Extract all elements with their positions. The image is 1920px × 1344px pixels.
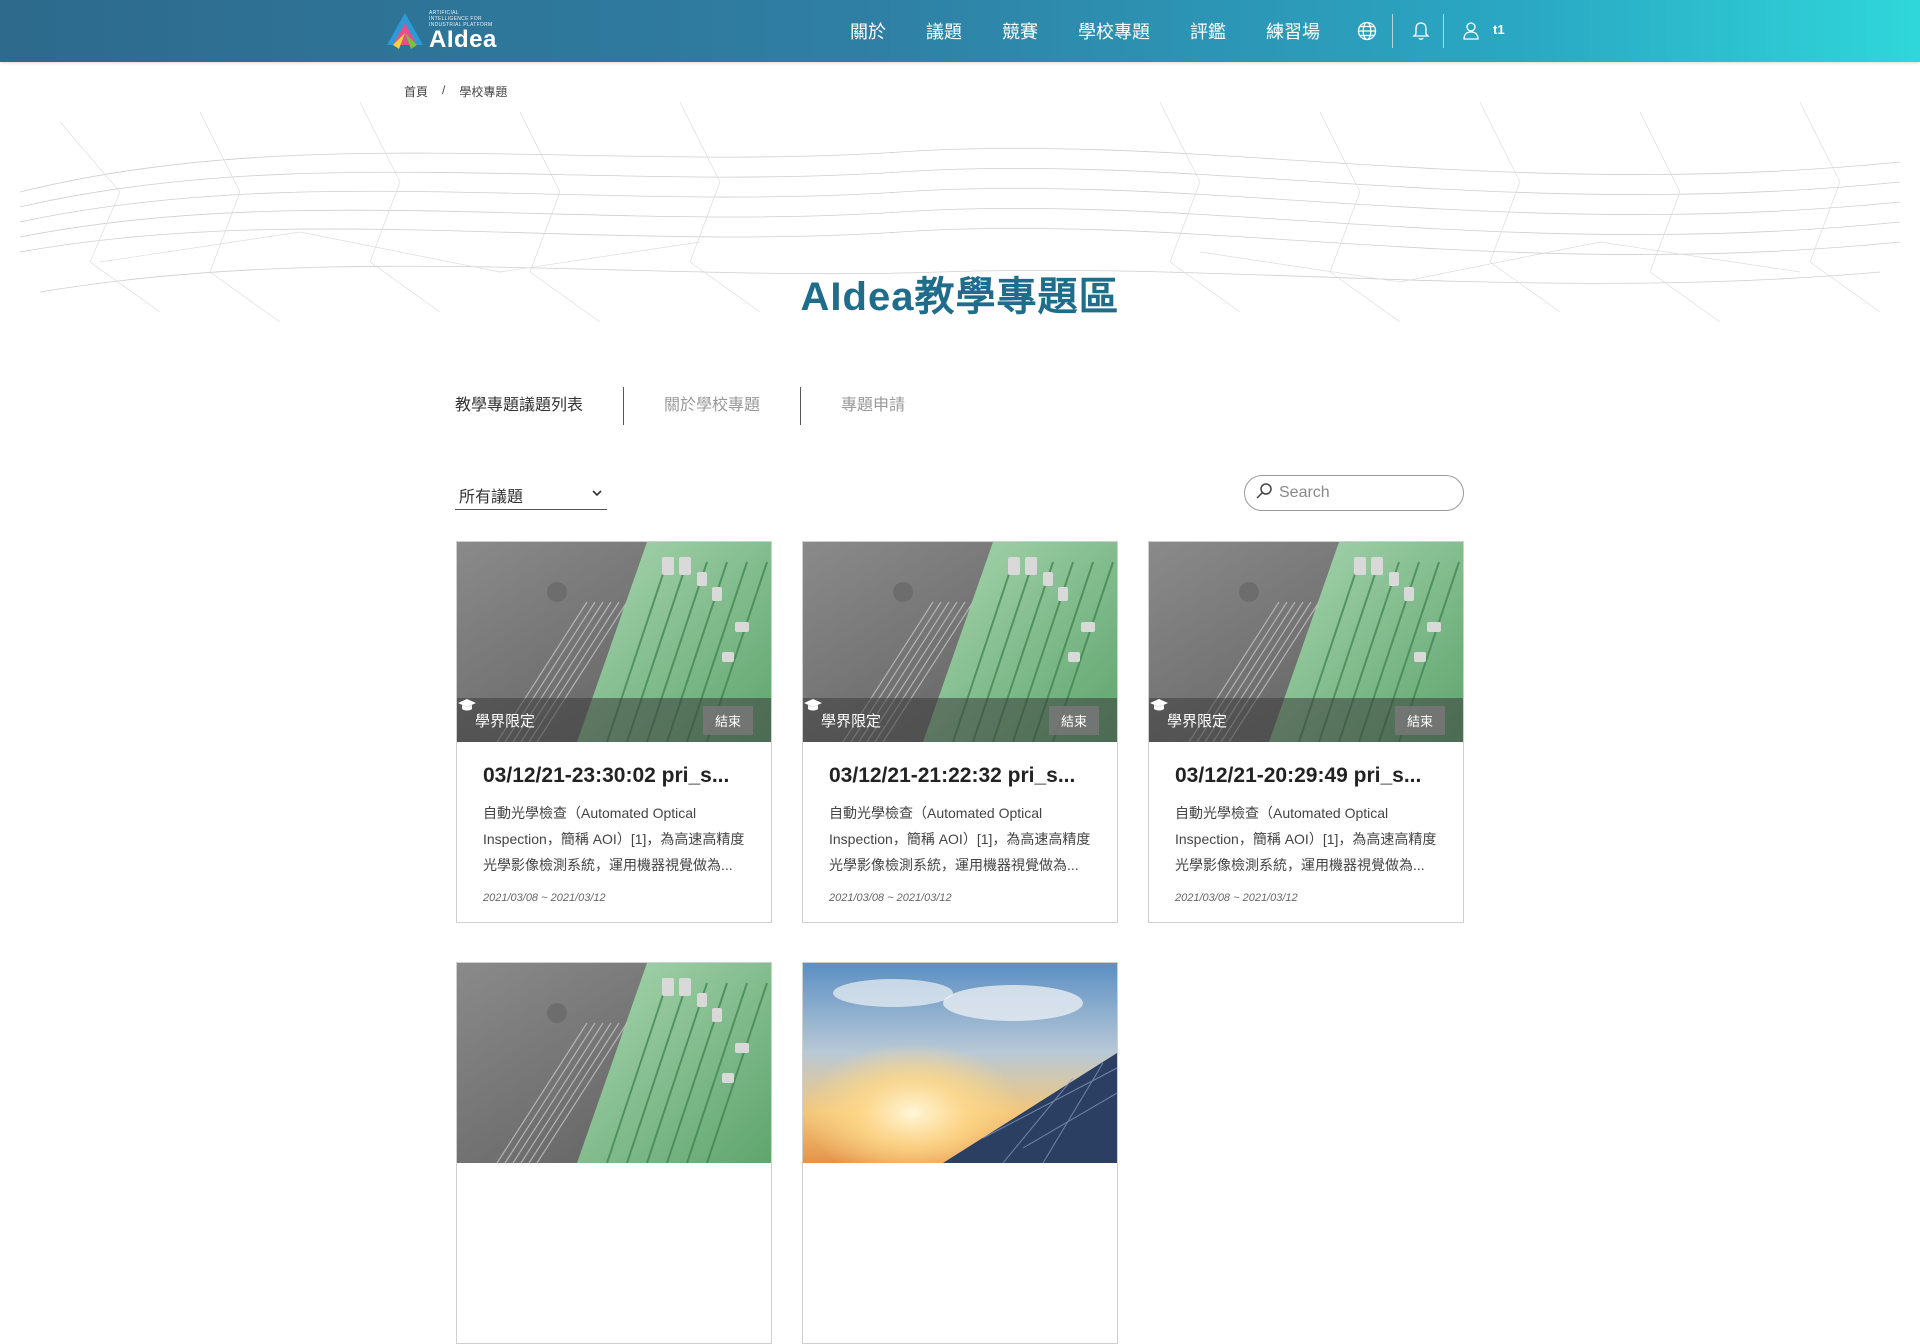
- card-description: 自動光學檢查（Automated Optical Inspection，簡稱 A…: [1175, 805, 1437, 873]
- nav-topics[interactable]: 議題: [926, 18, 962, 44]
- nav-playground[interactable]: 練習場: [1266, 18, 1320, 44]
- nav-competitions[interactable]: 競賽: [1002, 18, 1038, 44]
- breadcrumb: 首頁 / 學校專題: [404, 83, 507, 100]
- card-image-circuit-board: 學界限定 結束: [1149, 542, 1463, 742]
- graduation-cap-icon: [804, 699, 822, 711]
- card-image-solar-sunset: [803, 963, 1117, 1163]
- status-badge: 結束: [1048, 705, 1099, 735]
- nav-divider: [1443, 14, 1444, 48]
- nav-evaluation[interactable]: 評鑑: [1190, 18, 1226, 44]
- project-card[interactable]: 學界限定 結束 03/12/21-21:22:32 pri_s... 自動光學檢…: [802, 541, 1118, 923]
- breadcrumb-home[interactable]: 首頁: [404, 83, 428, 100]
- card-description: 自動光學檢查（Automated Optical Inspection，簡稱 A…: [829, 805, 1091, 873]
- card-date-range: 2021/03/08 ~ 2021/03/12: [829, 892, 952, 904]
- globe-icon[interactable]: [1354, 18, 1380, 44]
- nav-about[interactable]: 關於: [850, 18, 886, 44]
- search-icon: [1255, 482, 1273, 505]
- card-date-range: 2021/03/08 ~ 2021/03/12: [483, 892, 606, 904]
- card-date-range: 2021/03/08 ~ 2021/03/12: [1175, 892, 1298, 904]
- project-card[interactable]: 學界限定 結束 03/12/21-20:29:49 pri_s... 自動光學檢…: [1148, 541, 1464, 923]
- main-nav: 關於 議題 競賽 學校專題 評鑑 練習場: [850, 0, 1360, 62]
- status-badge: 結束: [702, 705, 753, 735]
- aidea-logo[interactable]: ARTIFICIAL INTELLIGENCE FOR INDUSTRIAL P…: [385, 10, 499, 52]
- academic-only-badge: 學界限定: [821, 712, 882, 730]
- breadcrumb-current[interactable]: 學校專題: [459, 83, 507, 100]
- search-input[interactable]: [1279, 484, 1449, 502]
- academic-only-badge: 學界限定: [1167, 712, 1228, 730]
- filter-selected-value: 所有議題: [459, 488, 524, 506]
- academic-only-badge: 學界限定: [475, 712, 536, 730]
- user-icon[interactable]: [1458, 18, 1484, 44]
- logo-mark-icon: [385, 11, 425, 51]
- top-navbar: ARTIFICIAL INTELLIGENCE FOR INDUSTRIAL P…: [0, 0, 1920, 62]
- card-badge-bar: 學界限定 結束: [803, 698, 1117, 742]
- user-name[interactable]: t1: [1493, 22, 1505, 37]
- card-title: 03/12/21-20:29:49 pri_s...: [1175, 764, 1422, 787]
- card-description: 自動光學檢查（Automated Optical Inspection，簡稱 A…: [483, 805, 745, 873]
- project-card[interactable]: [802, 962, 1118, 1344]
- card-badge-bar: 學界限定 結束: [1149, 698, 1463, 742]
- project-card[interactable]: 學界限定 結束 03/12/21-23:30:02 pri_s... 自動光學檢…: [456, 541, 772, 923]
- chevron-down-icon: [591, 486, 603, 504]
- bell-icon[interactable]: [1408, 18, 1434, 44]
- nav-divider: [1392, 14, 1393, 48]
- logo-text: AIdea: [429, 26, 497, 53]
- nav-school-projects[interactable]: 學校專題: [1078, 18, 1150, 44]
- card-image-circuit-board: 學界限定 結束: [803, 542, 1117, 742]
- card-image-circuit-board: [457, 963, 771, 1163]
- tab-about-school-projects[interactable]: 關於學校專題: [623, 387, 800, 425]
- section-tabs: 教學專題議題列表 關於學校專題 專題申請: [455, 387, 945, 425]
- tab-topic-list[interactable]: 教學專題議題列表: [455, 387, 623, 425]
- card-image-circuit-board: 學界限定 結束: [457, 542, 771, 742]
- page-title: AIdea教學專題區: [800, 275, 1120, 319]
- status-badge: 結束: [1394, 705, 1445, 735]
- card-title: 03/12/21-21:22:32 pri_s...: [829, 764, 1076, 787]
- topic-filter-select[interactable]: 所有議題: [455, 480, 607, 510]
- card-badge-bar: 學界限定 結束: [457, 698, 771, 742]
- graduation-cap-icon: [458, 699, 476, 711]
- search-box[interactable]: [1244, 475, 1464, 511]
- project-card[interactable]: [456, 962, 772, 1344]
- breadcrumb-separator: /: [442, 83, 446, 97]
- tab-project-application[interactable]: 專題申請: [800, 387, 945, 425]
- graduation-cap-icon: [1150, 699, 1168, 711]
- card-title: 03/12/21-23:30:02 pri_s...: [483, 764, 730, 787]
